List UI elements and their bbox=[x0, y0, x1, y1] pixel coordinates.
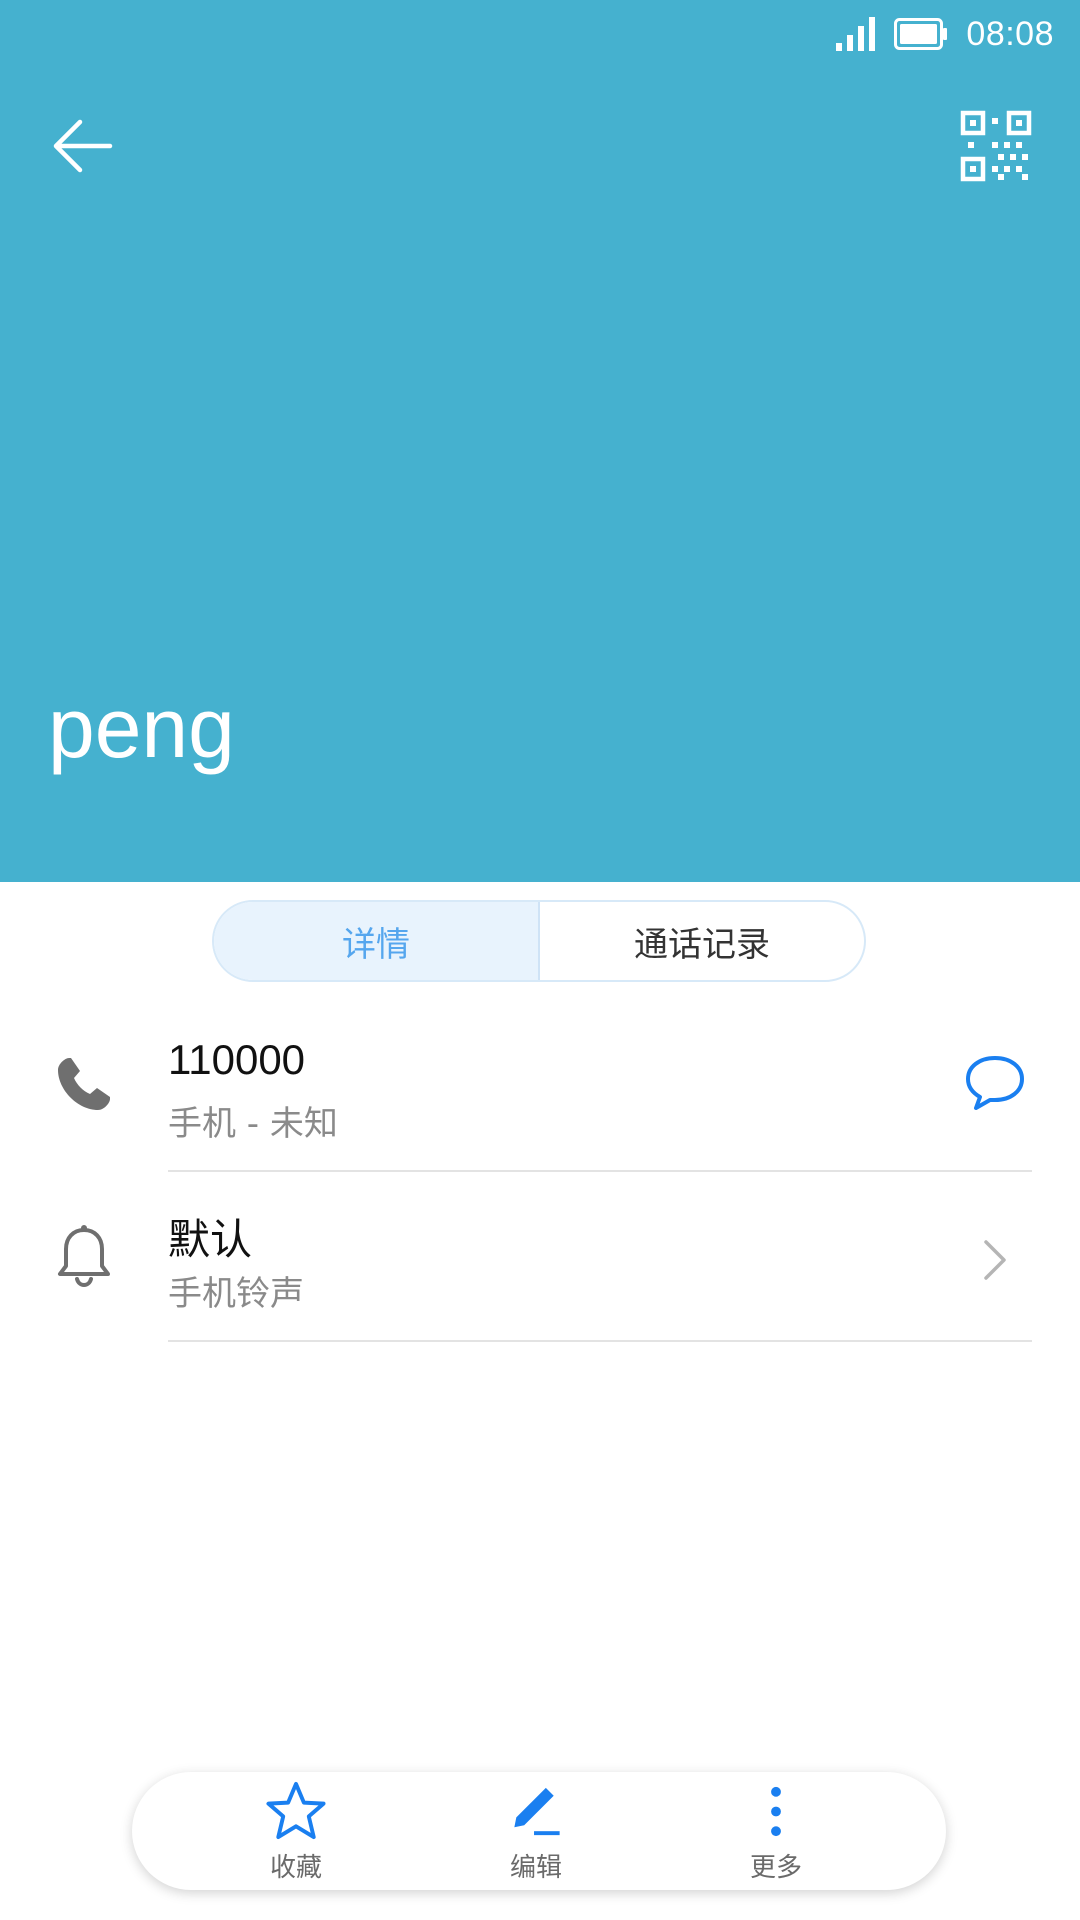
tab-details[interactable]: 详情 bbox=[214, 902, 540, 980]
edit-label: 编辑 bbox=[509, 1853, 562, 1883]
back-button[interactable] bbox=[46, 108, 122, 184]
bottom-action-bar: 收藏 编辑 更多 bbox=[132, 1772, 946, 1890]
edit-button[interactable]: 编辑 bbox=[456, 1780, 616, 1884]
qr-code-icon bbox=[960, 110, 1032, 182]
more-button[interactable]: 更多 bbox=[696, 1780, 856, 1884]
signal-icon bbox=[836, 17, 876, 51]
more-vertical-icon bbox=[771, 1786, 781, 1837]
ringtone-label: 手机铃声 bbox=[168, 1274, 304, 1314]
pencil-icon bbox=[514, 1787, 560, 1836]
message-icon[interactable] bbox=[964, 1054, 1026, 1112]
phone-number: 110000 bbox=[168, 1036, 306, 1083]
bell-icon bbox=[58, 1225, 110, 1288]
contact-name: peng bbox=[48, 681, 235, 775]
ringtone-value: 默认 bbox=[168, 1216, 253, 1263]
qr-code-button[interactable] bbox=[960, 110, 1032, 182]
more-label: 更多 bbox=[749, 1853, 802, 1883]
star-icon bbox=[266, 1781, 326, 1840]
divider bbox=[168, 1340, 1032, 1342]
phone-type: 手机 - 未知 bbox=[168, 1104, 338, 1144]
phone-row[interactable]: 110000 手机 - 未知 bbox=[0, 1010, 1080, 1172]
battery-icon bbox=[894, 18, 948, 50]
chevron-right-icon bbox=[984, 1240, 1006, 1280]
tab-call-log[interactable]: 通话记录 bbox=[540, 902, 864, 980]
favorite-button[interactable]: 收藏 bbox=[216, 1780, 376, 1884]
divider bbox=[168, 1170, 1032, 1172]
status-time: 08:08 bbox=[966, 14, 1054, 53]
phone-icon bbox=[58, 1058, 110, 1110]
status-bar: 08:08 bbox=[836, 12, 1054, 56]
arrow-left-icon bbox=[53, 119, 113, 173]
detail-tabs: 详情 通话记录 bbox=[212, 900, 866, 982]
contact-header: 08:08 peng bbox=[0, 0, 1080, 882]
ringtone-row[interactable]: 默认 手机铃声 bbox=[0, 1180, 1080, 1342]
favorite-label: 收藏 bbox=[269, 1853, 322, 1883]
